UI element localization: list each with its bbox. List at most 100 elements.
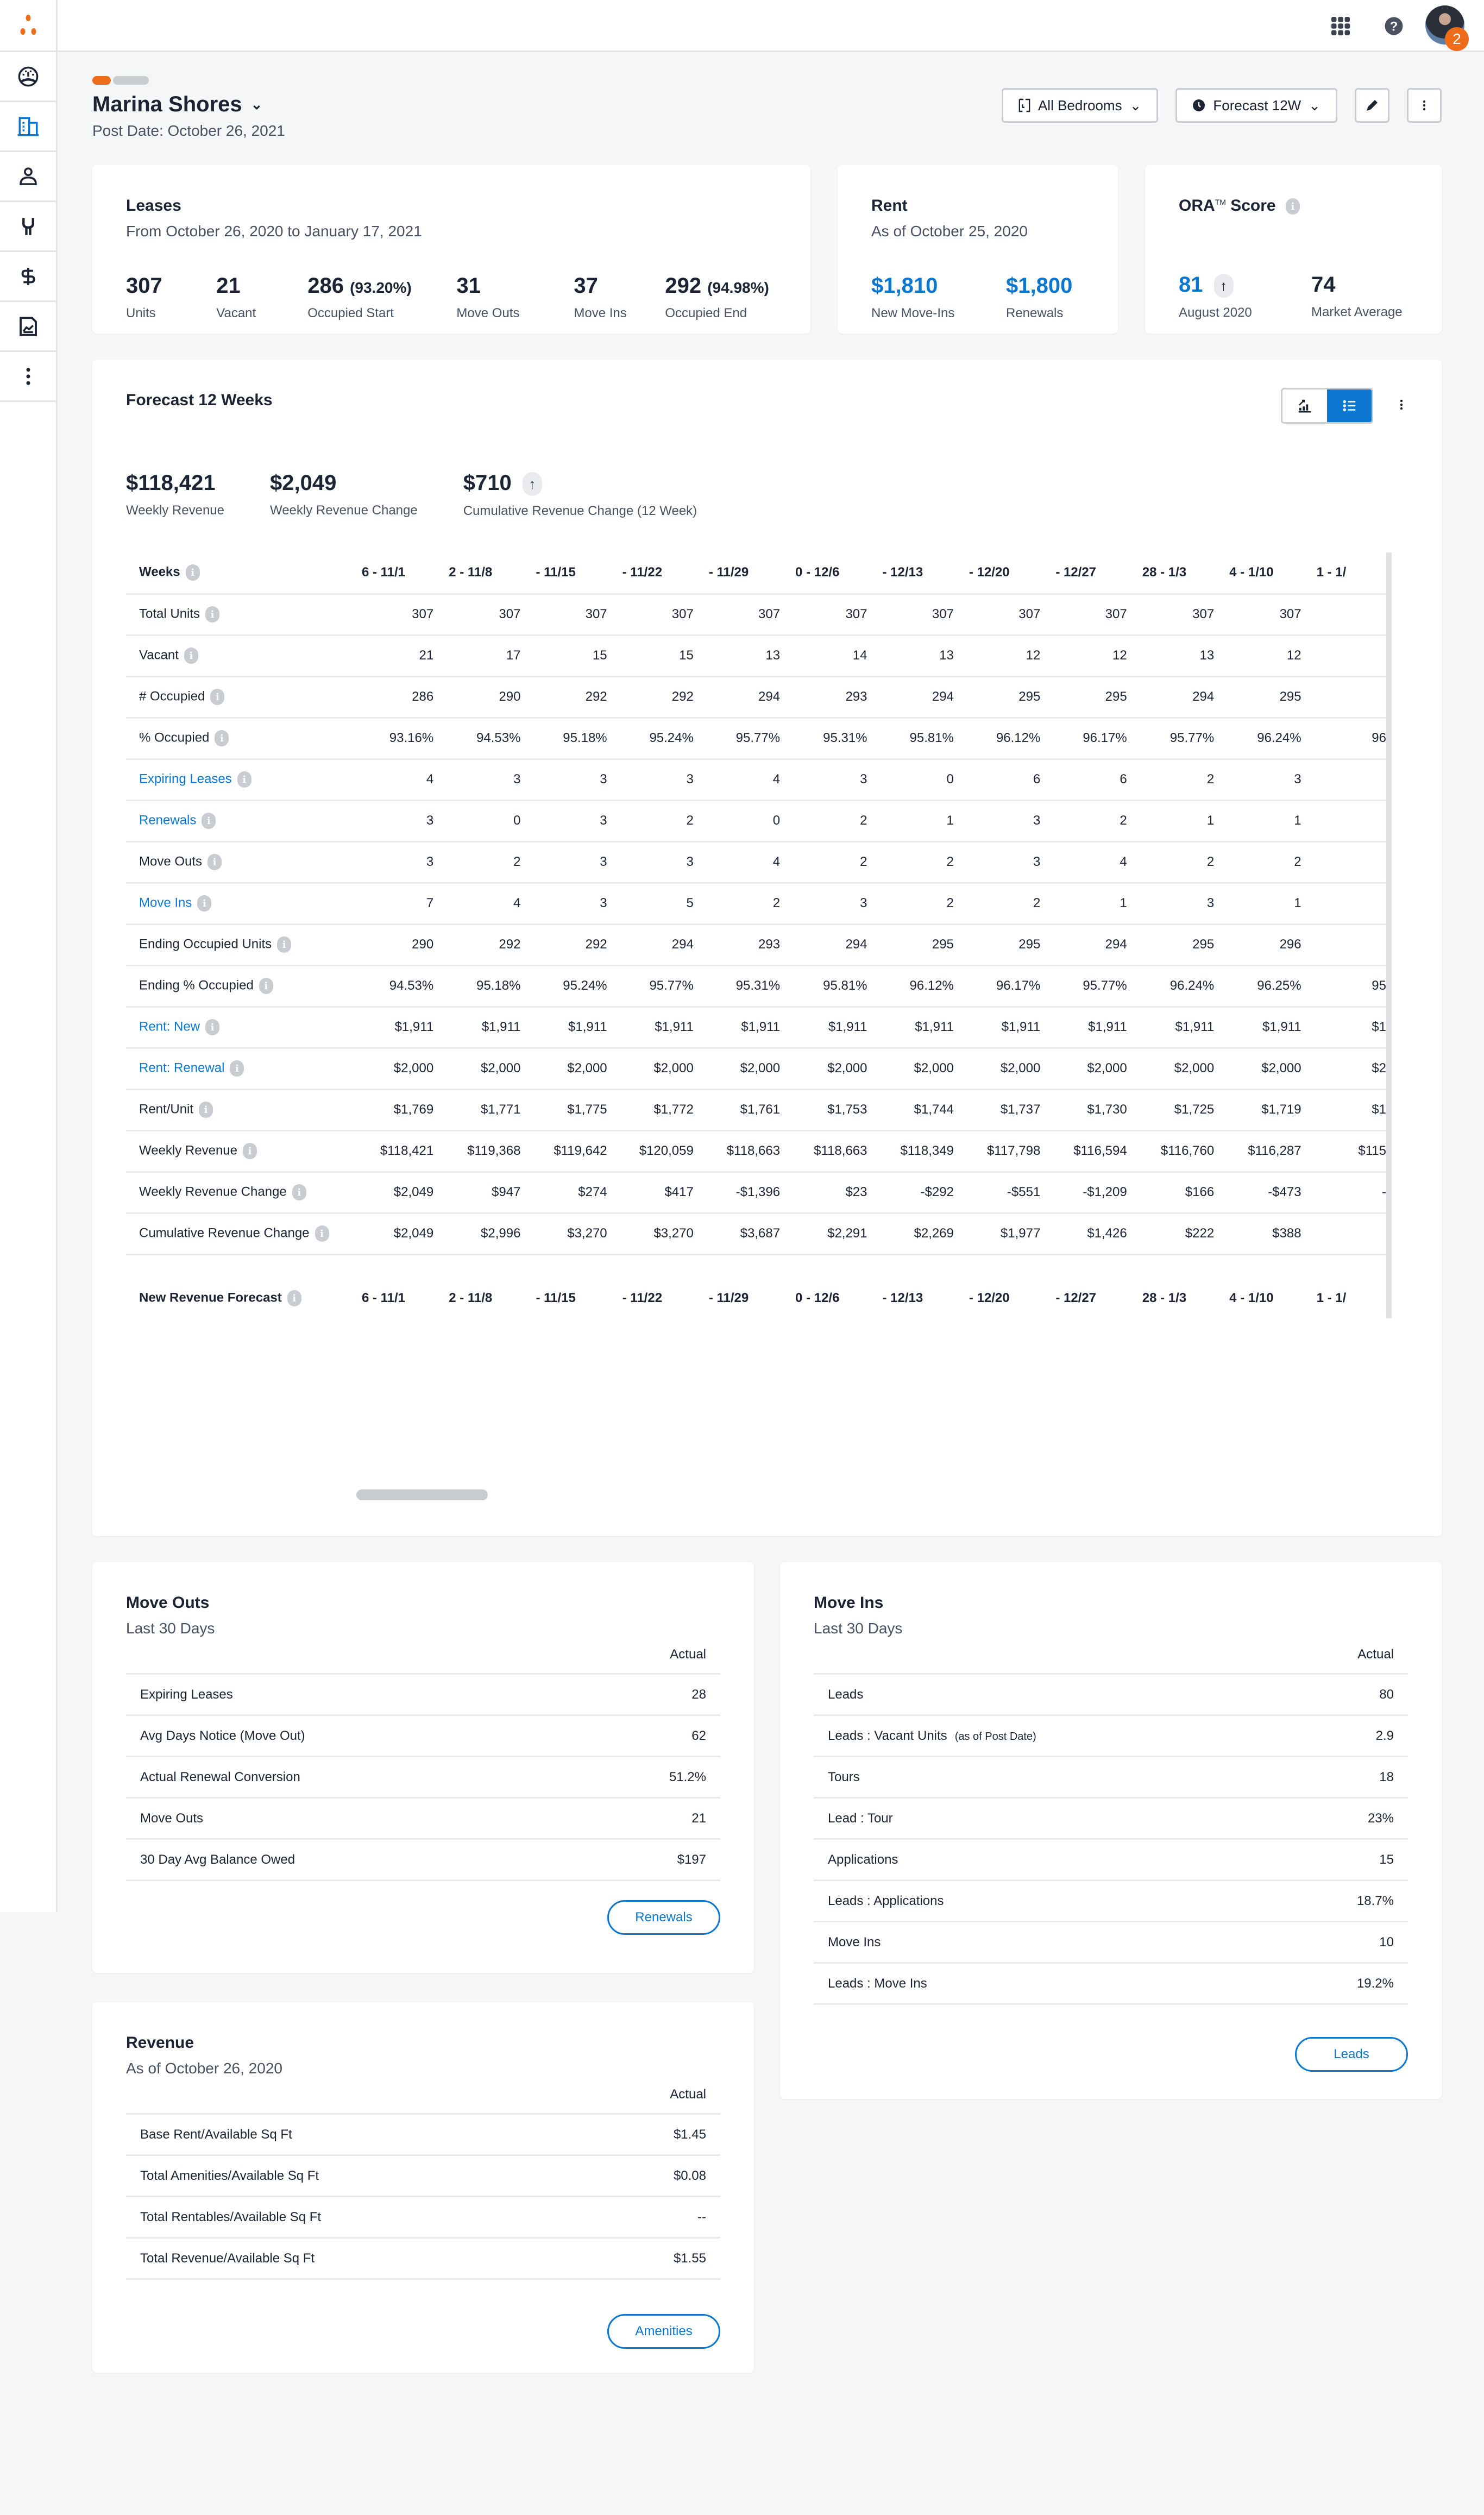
list-view-button[interactable]: [1327, 389, 1372, 422]
metric-value: $1.45: [598, 2114, 720, 2156]
property-selector[interactable]: Marina Shores ⌄: [92, 92, 285, 117]
stat-label: Weekly Revenue: [126, 503, 224, 518]
table-row: Tours 18: [814, 1756, 1408, 1799]
table-cell: 307: [953, 594, 1041, 636]
dollar-icon: [21, 267, 35, 285]
info-icon[interactable]: i: [230, 1060, 244, 1077]
more-options-button[interactable]: [1407, 88, 1442, 123]
info-icon[interactable]: i: [215, 730, 229, 746]
sidebar-item-maintenance[interactable]: [0, 202, 56, 252]
metric-value: $0.08: [598, 2155, 720, 2197]
user-avatar[interactable]: 2: [1425, 5, 1469, 51]
amenities-button[interactable]: Amenities: [607, 2314, 720, 2349]
info-icon[interactable]: i: [315, 1225, 329, 1242]
sidebar-item-dashboard[interactable]: [0, 52, 56, 102]
info-icon[interactable]: i: [199, 1102, 213, 1118]
stat-number: $118,421: [126, 471, 216, 495]
bedrooms-select[interactable]: All Bedrooms ⌄: [1001, 88, 1159, 123]
help-button[interactable]: ?: [1383, 15, 1405, 37]
row-label-link[interactable]: Rent: New: [139, 1019, 200, 1034]
table-cell: 95.77%: [1040, 965, 1127, 1008]
apps-button[interactable]: [1330, 15, 1351, 37]
table-cell: 1: [1040, 883, 1127, 925]
row-label-link[interactable]: Move Ins: [139, 895, 192, 910]
info-icon[interactable]: i: [205, 1019, 220, 1035]
row-label-link[interactable]: Renewals: [139, 813, 196, 827]
info-icon[interactable]: i: [237, 771, 251, 788]
table-cell: 7: [346, 883, 434, 925]
info-icon[interactable]: i: [202, 813, 216, 829]
renewals-button[interactable]: Renewals: [607, 1900, 720, 1935]
forecast-actions: [1281, 388, 1408, 424]
info-icon[interactable]: i: [1285, 198, 1300, 215]
metric-label: Move Ins: [814, 1921, 1297, 1964]
forecast-table-scroll[interactable]: Weeks i 6 - 11/1 2 - 11/8- 11/15- 11/22- 11…: [126, 552, 1392, 1318]
table-cell: 12: [1214, 635, 1301, 677]
table-cell: 4: [693, 759, 781, 801]
row-label-link[interactable]: Rent: Renewal: [139, 1060, 224, 1075]
table-row: Rent: Renewal i $2,000 $2,000 $2,000 $2,000 $2…: [126, 1048, 1386, 1090]
forecast-select[interactable]: Forecast 12W ⌄: [1175, 88, 1337, 123]
forecast-select-value: Forecast 12W: [1213, 97, 1301, 114]
trend-up-icon: ↑: [1213, 274, 1234, 298]
new-revenue-forecast-body: New Revenue Forecast i 6 - 11/1 2 - 11/8- 1…: [126, 1278, 1386, 1318]
info-icon[interactable]: i: [197, 895, 212, 911]
info-icon[interactable]: i: [184, 647, 198, 664]
pencil-icon: [1367, 100, 1378, 111]
info-icon[interactable]: i: [277, 936, 292, 953]
table-row: Total Amenities/Available Sq Ft $0.08: [126, 2155, 720, 2197]
metric-label: Base Rent/Available Sq Ft: [126, 2114, 599, 2156]
info-icon[interactable]: i: [292, 1184, 306, 1200]
row-label: % Occupied i: [126, 718, 347, 760]
table-cell: $274: [520, 1172, 607, 1214]
sidebar-item-more[interactable]: [0, 352, 56, 402]
chart-view-button[interactable]: [1282, 389, 1327, 422]
forecast-more-button[interactable]: [1395, 395, 1408, 417]
table-row: % Occupied i 93.16% 94.53% 95.18% 95.24% 95.77…: [126, 718, 1386, 760]
table-cell: 2: [607, 800, 694, 842]
table-cell: $1,753: [780, 1089, 867, 1131]
stat-label: Weekly Revenue Change: [269, 503, 418, 518]
info-icon[interactable]: i: [287, 1290, 301, 1307]
empty-header: [814, 1647, 1297, 1675]
table-cell: 0: [693, 800, 781, 842]
table-cell: $119,642: [520, 1130, 607, 1173]
info-icon[interactable]: i: [242, 1143, 257, 1159]
table-cell: 295: [1127, 924, 1215, 966]
page-header: Marina Shores ⌄ Post Date: October 26, 2…: [92, 76, 285, 140]
sidebar-item-financials[interactable]: [0, 252, 56, 302]
row-label-link[interactable]: Expiring Leases: [139, 771, 232, 786]
table-row: # Occupied i 286 290 292 292 294 293 294 295 295 29…: [126, 676, 1386, 719]
info-icon[interactable]: i: [207, 854, 222, 870]
row-label-text: Move Outs: [139, 854, 203, 869]
table-cell: $23: [780, 1172, 867, 1214]
sidebar-item-properties[interactable]: [0, 102, 56, 152]
table-row: Leads : Vacant Units (as of Post Date) 2.9: [814, 1715, 1408, 1757]
stat-label: Cumulative Revenue Change (12 Week): [463, 504, 697, 519]
sidebar-item-reports[interactable]: [0, 302, 56, 352]
stat-value: 74: [1311, 273, 1336, 297]
leads-button[interactable]: Leads: [1295, 2037, 1408, 2072]
metric-label: Leads : Move Ins: [814, 1963, 1297, 2005]
table-cell: 2: [693, 883, 781, 925]
logo[interactable]: [0, 0, 56, 52]
ora-title-suffix: Score: [1230, 197, 1276, 215]
table-row: Ending % Occupied i 94.53% 95.18% 95.24% 95.7…: [126, 965, 1386, 1008]
edit-button[interactable]: [1355, 88, 1389, 123]
info-icon[interactable]: i: [185, 564, 200, 581]
table-cell: $118,349: [867, 1130, 954, 1173]
week-column-header: 0 - 12/6: [780, 552, 867, 595]
table-cell: $1,911: [780, 1007, 867, 1049]
metric-value: $197: [588, 1839, 720, 1881]
info-icon[interactable]: i: [205, 606, 220, 623]
table-row: Move Outs 21: [126, 1797, 720, 1840]
spacer-cell: [126, 1254, 1386, 1278]
table-cell: 96.25%: [1214, 965, 1301, 1008]
horizontal-scrollbar[interactable]: [356, 1489, 488, 1500]
table-cell: 307: [607, 594, 694, 636]
sidebar-item-residents[interactable]: [0, 152, 56, 202]
info-icon[interactable]: i: [210, 689, 225, 705]
info-icon[interactable]: i: [259, 978, 273, 994]
property-name: Marina Shores: [92, 92, 242, 116]
floorplan-icon: [1018, 98, 1030, 112]
